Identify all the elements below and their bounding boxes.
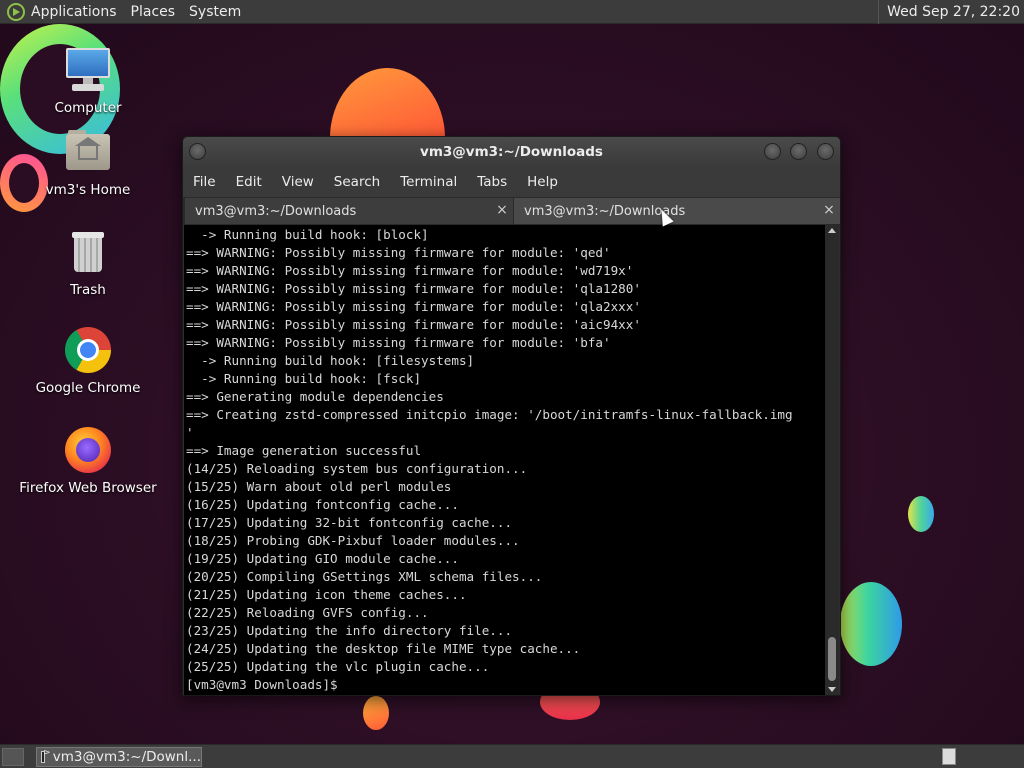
terminal-line: (14/25) Reloading system bus configurati… bbox=[186, 461, 528, 476]
desktop-icon-label: Trash bbox=[70, 282, 106, 298]
terminal-line: ==> Image generation successful bbox=[186, 443, 422, 458]
terminal-line: ' bbox=[186, 425, 194, 440]
chrome-icon bbox=[64, 326, 112, 374]
tab-1[interactable]: vm3@vm3:~/Downloads × bbox=[185, 198, 513, 224]
computer-icon bbox=[64, 46, 112, 94]
terminal-line: (19/25) Updating GIO module cache... bbox=[186, 551, 459, 566]
menu-view[interactable]: View bbox=[282, 174, 314, 190]
firefox-icon bbox=[64, 426, 112, 474]
terminal-line: (15/25) Warn about old perl modules bbox=[186, 479, 452, 494]
desktop-icon-label: vm3's Home bbox=[45, 182, 131, 198]
tab-close-icon[interactable]: × bbox=[821, 202, 837, 218]
tab-2[interactable]: vm3@vm3:~/Downloads × bbox=[514, 198, 840, 224]
terminal-line: (25/25) Updating the vlc plugin cache... bbox=[186, 659, 490, 674]
terminal-line: (21/25) Updating icon theme caches... bbox=[186, 587, 467, 602]
terminal-line: (23/25) Updating the info directory file… bbox=[186, 623, 513, 638]
terminal-line: ==> WARNING: Possibly missing firmware f… bbox=[186, 317, 641, 332]
terminal-line: ==> WARNING: Possibly missing firmware f… bbox=[186, 281, 641, 296]
terminal-line: (16/25) Updating fontconfig cache... bbox=[186, 497, 459, 512]
menu-tabs[interactable]: Tabs bbox=[477, 174, 507, 190]
wallpaper-shape bbox=[908, 496, 934, 532]
tab-close-icon[interactable]: × bbox=[494, 202, 510, 218]
wallpaper-shape bbox=[363, 696, 389, 730]
terminal-line: [vm3@vm3 Downloads]$ bbox=[186, 677, 346, 692]
terminal-icon bbox=[41, 748, 50, 763]
menu-places[interactable]: Places bbox=[131, 4, 176, 20]
home-folder-icon bbox=[64, 128, 112, 176]
wallpaper-shape bbox=[840, 582, 902, 666]
taskbar-item-label: vm3@vm3:~/Downl... bbox=[52, 748, 201, 765]
menu-help[interactable]: Help bbox=[527, 174, 558, 190]
trash-icon bbox=[64, 228, 112, 276]
window-titlebar[interactable]: vm3@vm3:~/Downloads bbox=[183, 137, 840, 167]
terminal-line: -> Running build hook: [fsck] bbox=[186, 371, 422, 386]
terminal-line: ==> WARNING: Possibly missing firmware f… bbox=[186, 263, 634, 278]
menu-edit[interactable]: Edit bbox=[236, 174, 262, 190]
terminal-line: (22/25) Reloading GVFS config... bbox=[186, 605, 429, 620]
terminal-line: -> Running build hook: [filesystems] bbox=[186, 353, 475, 368]
terminal-line: ==> WARNING: Possibly missing firmware f… bbox=[186, 335, 611, 350]
top-panel: Applications Places System Wed Sep 27, 2… bbox=[0, 0, 1024, 24]
scrollbar-thumb[interactable] bbox=[828, 637, 836, 681]
terminal-menubar: File Edit View Search Terminal Tabs Help bbox=[183, 167, 840, 197]
desktop-icon-label: Google Chrome bbox=[35, 380, 141, 396]
close-button[interactable] bbox=[817, 143, 834, 160]
menu-terminal[interactable]: Terminal bbox=[400, 174, 457, 190]
taskbar-item-terminal[interactable]: vm3@vm3:~/Downl... bbox=[36, 746, 202, 767]
desktop-icon-chrome[interactable]: Google Chrome bbox=[13, 326, 163, 396]
workspace-switcher[interactable] bbox=[942, 748, 956, 765]
bottom-panel: vm3@vm3:~/Downl... bbox=[0, 744, 1024, 768]
terminal-output[interactable]: -> Running build hook: [block] ==> WARNIN… bbox=[184, 225, 826, 695]
menu-file[interactable]: File bbox=[193, 174, 216, 190]
maximize-button[interactable] bbox=[790, 143, 807, 160]
terminal-line: (24/25) Updating the desktop file MIME t… bbox=[186, 641, 581, 656]
window-title: vm3@vm3:~/Downloads bbox=[420, 144, 603, 160]
clock[interactable]: Wed Sep 27, 22:20 bbox=[878, 0, 1024, 24]
desktop-icon-firefox[interactable]: Firefox Web Browser bbox=[13, 426, 163, 496]
terminal-scrollbar[interactable] bbox=[825, 225, 839, 695]
window-menu-button[interactable] bbox=[189, 143, 206, 160]
desktop-icon-home[interactable]: vm3's Home bbox=[13, 128, 163, 198]
show-desktop-button[interactable] bbox=[2, 747, 24, 766]
menu-applications[interactable]: Applications bbox=[31, 4, 117, 20]
scroll-up-icon[interactable] bbox=[828, 228, 836, 233]
scroll-down-icon[interactable] bbox=[828, 687, 836, 692]
terminal-line: ==> Creating zstd-compressed initcpio im… bbox=[186, 407, 793, 422]
terminal-line: ==> Generating module dependencies bbox=[186, 389, 444, 404]
menu-search[interactable]: Search bbox=[334, 174, 380, 190]
minimize-button[interactable] bbox=[764, 143, 781, 160]
tab-label: vm3@vm3:~/Downloads bbox=[195, 203, 357, 219]
terminal-line: (20/25) Compiling GSettings XML schema f… bbox=[186, 569, 543, 584]
tab-bar: vm3@vm3:~/Downloads × vm3@vm3:~/Download… bbox=[183, 197, 840, 225]
terminal-line: (18/25) Probing GDK-Pixbuf loader module… bbox=[186, 533, 520, 548]
desktop-icon-label: Computer bbox=[54, 100, 122, 116]
terminal-line: (17/25) Updating 32-bit fontconfig cache… bbox=[186, 515, 513, 530]
menu-logo-icon[interactable] bbox=[7, 2, 25, 21]
terminal-window: vm3@vm3:~/Downloads File Edit View Searc… bbox=[182, 136, 841, 696]
terminal-line: ==> WARNING: Possibly missing firmware f… bbox=[186, 245, 611, 260]
desktop-icon-computer[interactable]: Computer bbox=[13, 46, 163, 116]
desktop-icon-trash[interactable]: Trash bbox=[13, 228, 163, 298]
menu-system[interactable]: System bbox=[189, 4, 241, 20]
desktop-icon-label: Firefox Web Browser bbox=[19, 480, 157, 496]
terminal-line: -> Running build hook: [block] bbox=[186, 227, 429, 242]
terminal-line: ==> WARNING: Possibly missing firmware f… bbox=[186, 299, 641, 314]
